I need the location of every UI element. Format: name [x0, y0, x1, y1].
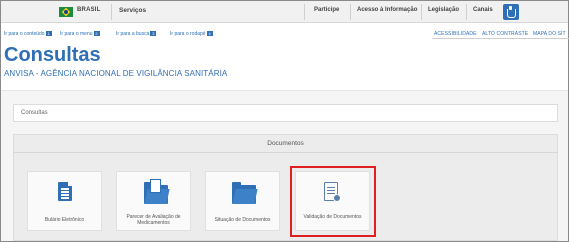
card-label: Parecer de Avaliação de Medicamentos: [126, 214, 181, 226]
skip-to-search-link[interactable]: Ir para a busca 3: [116, 31, 157, 37]
skip-to-footer-link[interactable]: Ir para o rodapé 4: [170, 31, 213, 37]
nav-legislacao[interactable]: Legislação: [428, 7, 459, 13]
site-map-link[interactable]: MAPA DO SIT: [533, 31, 566, 37]
page-subtitle[interactable]: ANVISA - AGÊNCIA NACIONAL DE VIGILÂNCIA …: [4, 69, 227, 78]
divider: [304, 4, 305, 20]
folder-document-icon: [144, 179, 168, 204]
section-title: Documentos: [13, 134, 558, 153]
high-contrast-link[interactable]: ALTO CONTRASTE: [482, 31, 528, 37]
skip-to-content-link[interactable]: Ir para o conteúdo 1: [4, 31, 52, 37]
country-link[interactable]: BRASIL: [77, 7, 101, 13]
accessibility-link[interactable]: ACESSIBILIDADE: [434, 31, 477, 37]
gov-top-bar: BRASIL Serviços Participe Acesso à Infor…: [1, 1, 568, 23]
page-title: Consultas: [4, 44, 101, 66]
card-label: Situação de Documentos: [214, 217, 271, 223]
divider: [111, 4, 112, 20]
divider: [432, 38, 569, 39]
nav-participe[interactable]: Participe: [314, 7, 339, 13]
card-bulario-eletronico[interactable]: Bulário Eletrônico: [27, 171, 102, 231]
selection-highlight-box: [290, 166, 376, 237]
divider: [421, 4, 422, 20]
card-parecer-avaliacao[interactable]: Parecer de Avaliação de Medicamentos: [116, 171, 191, 231]
skip-to-menu-link[interactable]: Ir para o menu 2: [60, 31, 100, 37]
card-situacao-documentos[interactable]: Situação de Documentos: [205, 171, 280, 231]
divider: [466, 4, 467, 20]
folder-icon: [232, 182, 256, 204]
nav-acesso-informacao[interactable]: Acesso à Informação: [357, 7, 417, 13]
brazil-flag-icon[interactable]: [59, 7, 73, 17]
divider: [350, 4, 351, 20]
document-icon: [58, 182, 72, 201]
nav-canais[interactable]: Canais: [473, 7, 493, 13]
breadcrumb[interactable]: Consultas: [13, 104, 558, 122]
services-link[interactable]: Serviços: [119, 7, 146, 14]
card-label: Bulário Eletrônico: [44, 217, 85, 223]
accessibility-hand-icon[interactable]: [503, 4, 519, 20]
